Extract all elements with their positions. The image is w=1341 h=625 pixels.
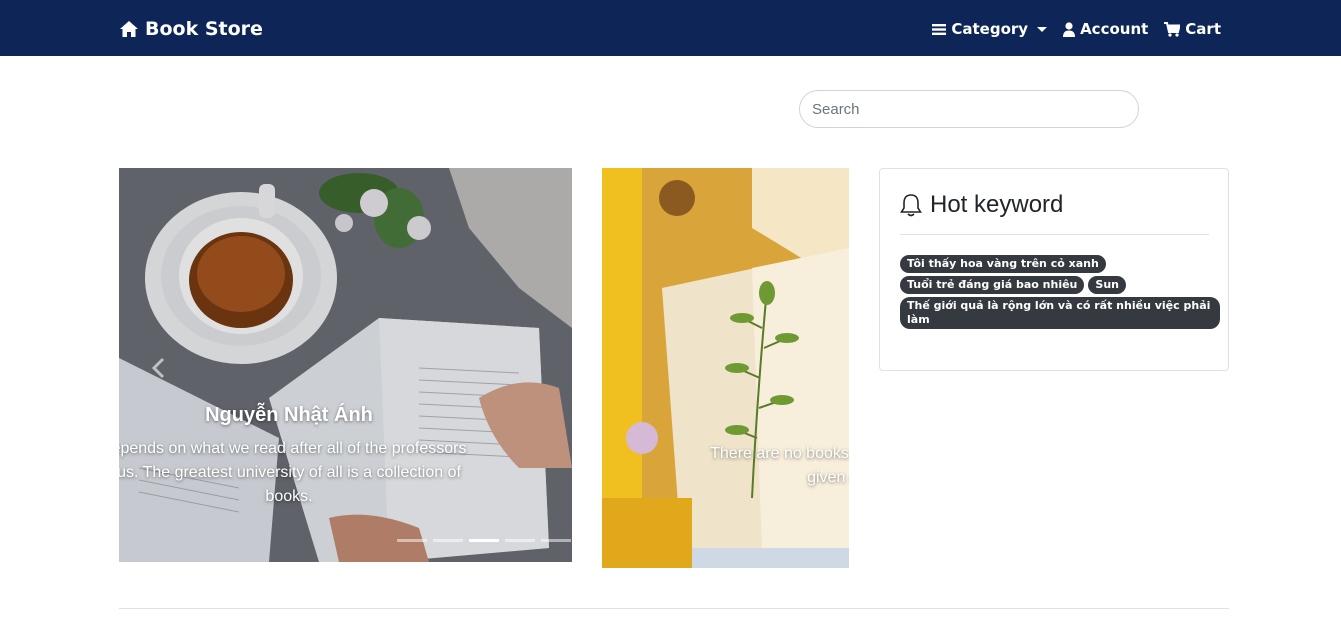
keyword-tag[interactable]: Thế giới quả là rộng lớn và có rất nhiều… [900, 297, 1220, 329]
hot-keyword-card: Hot keyword Tôi thấy hoa vàng trên cỏ xa… [879, 168, 1229, 371]
carousel-indicators [397, 539, 571, 542]
card-title: Hot keyword [900, 191, 1063, 219]
carousel-image-book-plant [602, 168, 849, 568]
menu-icon [932, 23, 947, 35]
side-carousel[interactable]: There are no books books that a person g… [602, 168, 849, 568]
indicator-3[interactable] [469, 539, 499, 542]
keyword-tag[interactable]: Tuổi trẻ đáng giá bao nhiêu [900, 276, 1085, 294]
brand-link[interactable]: Book Store [119, 15, 263, 43]
cart-label: Cart [1185, 20, 1221, 38]
nav-menu: Category Account Cart [932, 17, 1221, 41]
indicator-4[interactable] [505, 539, 535, 542]
chevron-down-icon [1037, 26, 1048, 32]
indicator-2[interactable] [433, 539, 463, 542]
search-input[interactable] [799, 90, 1139, 128]
carousel-caption: Nguyễn Nhật Ánh epends on what we read a… [119, 404, 469, 509]
category-dropdown[interactable]: Category [932, 20, 1048, 38]
home-icon [120, 21, 138, 37]
caption-text: There are no books books that a person g… [710, 445, 849, 486]
chevron-left-icon[interactable] [149, 356, 169, 380]
carousel-caption: There are no books books that a person g… [702, 442, 849, 490]
card-title-label: Hot keyword [930, 191, 1064, 218]
caption-text: epends on what we read after all of the … [119, 440, 467, 505]
card-divider [900, 234, 1209, 235]
category-label: Category [951, 20, 1029, 38]
cart-icon [1164, 21, 1181, 37]
account-label: Account [1080, 20, 1149, 38]
main-carousel[interactable]: Nguyễn Nhật Ánh epends on what we read a… [119, 168, 572, 562]
keyword-tag[interactable]: Sun [1088, 276, 1126, 294]
keyword-tag[interactable]: Tôi thấy hoa vàng trên cỏ xanh [900, 255, 1106, 273]
account-link[interactable]: Account [1063, 20, 1148, 38]
indicator-1[interactable] [397, 539, 427, 542]
brand-label: Book Store [145, 18, 263, 40]
indicator-5[interactable] [541, 539, 571, 542]
caption-title: Nguyễn Nhật Ánh [205, 404, 373, 426]
cart-link[interactable]: Cart [1164, 20, 1221, 38]
section-divider [119, 608, 1229, 609]
user-icon [1063, 21, 1076, 37]
navbar: Book Store Category Account Cart [0, 0, 1341, 56]
bell-icon [900, 194, 922, 217]
keyword-tags: Tôi thấy hoa vàng trên cỏ xanh Tuổi trẻ … [900, 255, 1220, 329]
